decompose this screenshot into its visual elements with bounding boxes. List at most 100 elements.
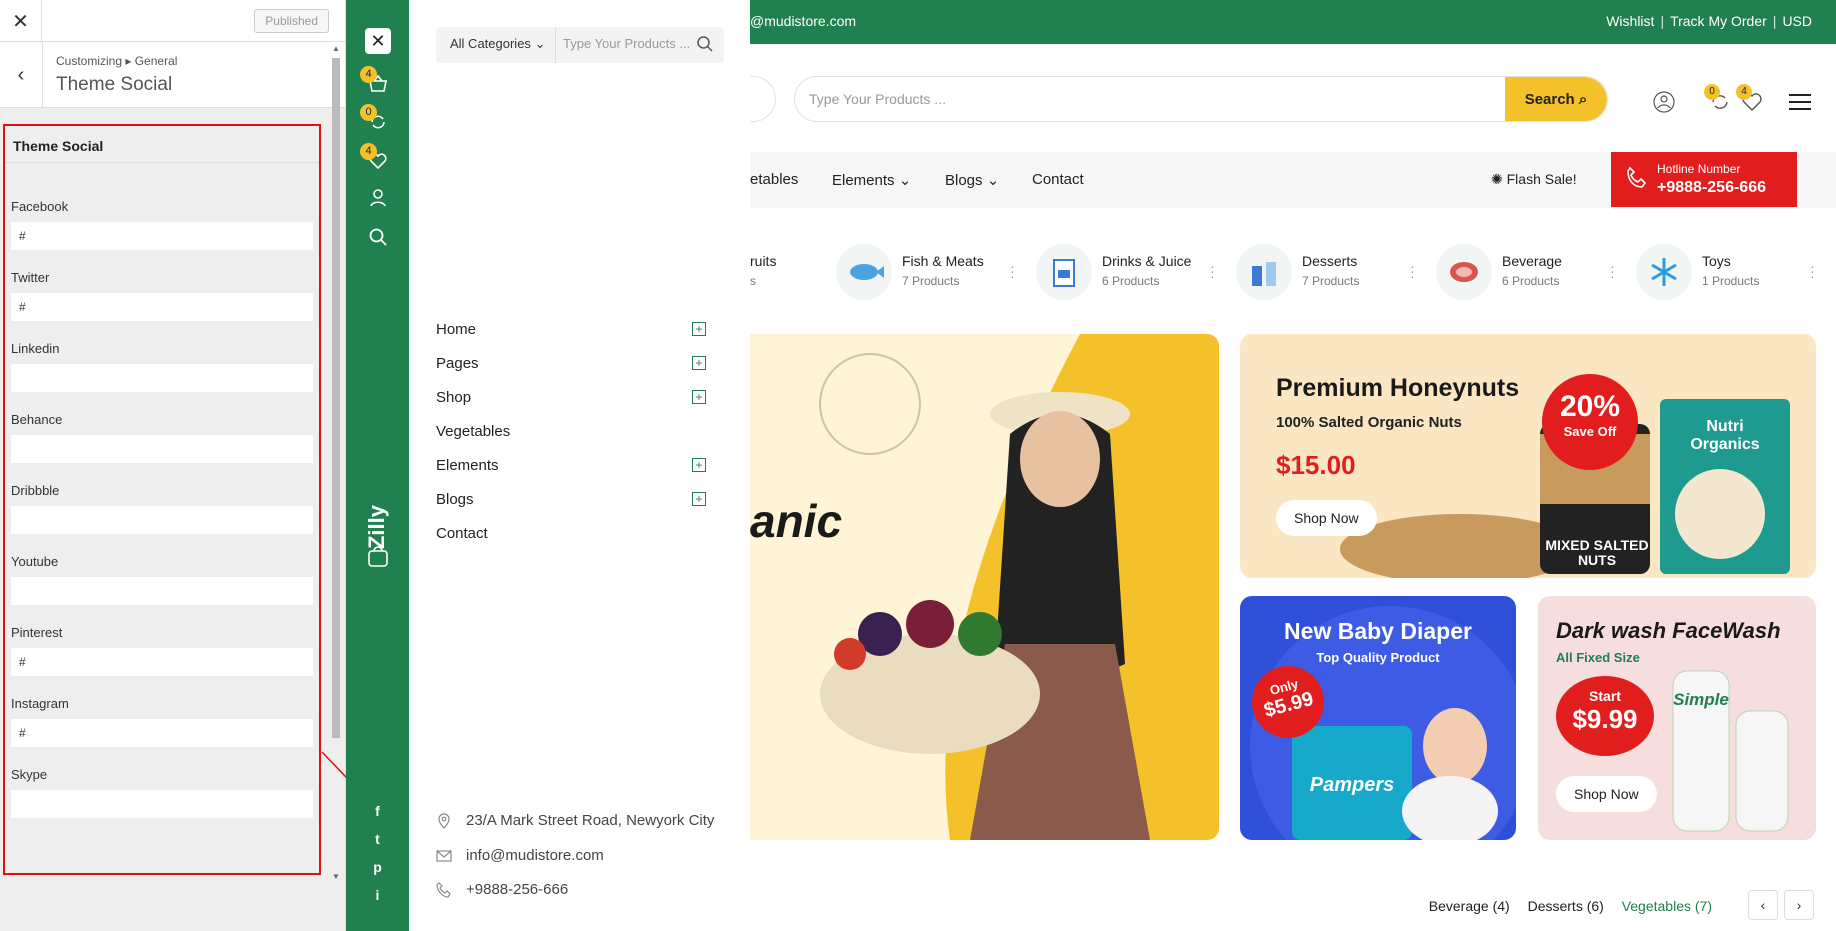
main-search: Type Your Products ... Search ⌕ [794,76,1608,122]
theme-social-settings: Theme Social Facebook Twitter Linkedin B… [3,124,321,875]
facebook-url-input[interactable] [11,222,313,250]
facebook-icon[interactable]: f [346,803,409,819]
banner-honeynuts[interactable]: 20% Save Off MIXED SALTED NUTS Nutri Org… [1240,334,1816,578]
next-arrow-icon[interactable]: › [1784,890,1814,920]
instagram-icon[interactable]: i [346,887,409,903]
field-linkedin: Linkedin [5,341,319,392]
instagram-url-input[interactable] [11,719,313,747]
skype-url-input[interactable] [11,790,313,818]
track-order-link[interactable]: Track My Order [1670,13,1767,29]
category-beverage[interactable]: Beverage 6 Products · · · [1436,244,1636,300]
search-icon[interactable] [696,35,714,53]
banner-baby-diaper[interactable]: New Baby Diaper Top Quality Product Only… [1240,596,1516,840]
linkedin-url-input[interactable] [11,364,313,392]
location-pin-icon [438,812,450,829]
tab-vegetables[interactable]: Vegetables (7) [1622,898,1712,914]
menu-item-label: Shop [436,389,472,406]
menu-item-vegetables[interactable]: Vegetables [436,423,706,440]
menu-item-contact[interactable]: Contact [436,525,706,542]
user-icon[interactable] [1652,90,1676,114]
currency-select[interactable]: USD [1782,13,1812,29]
category-toys[interactable]: Toys 1 Products · · · [1636,244,1836,300]
behance-url-input[interactable] [11,435,313,463]
chevron-down-icon: ⌄ [534,36,546,51]
nav-vegetables[interactable]: etables [750,171,798,188]
dribbble-url-input[interactable] [11,506,313,534]
category-desserts[interactable]: Desserts 7 Products · · · [1236,244,1436,300]
pinterest-url-input[interactable] [11,648,313,676]
category-select[interactable]: All Categories ⌄ [436,27,556,63]
menu-item-shop[interactable]: Shop + [436,389,706,406]
shop-now-button[interactable]: Shop Now [1276,500,1377,536]
discount-badge: 20% Save Off [1542,374,1638,470]
contact-email[interactable]: info@mudistore.com [436,847,604,864]
more-dots-icon[interactable]: ··· [1210,259,1215,283]
price-badge-label: Start [1589,688,1621,704]
category-count: s [750,274,756,288]
menu-item-home[interactable]: Home + [436,321,706,338]
offcanvas-menu: All Categories ⌄ Type Your Products ... … [409,0,750,931]
customizer-top-bar: ✕ Published [0,0,345,42]
search-icon [369,228,387,246]
banner-subtitle: Top Quality Product [1316,650,1440,665]
twitter-url-input[interactable] [11,293,313,321]
expand-plus-icon[interactable]: + [692,492,706,506]
more-dots-icon[interactable]: ··· [1610,259,1615,283]
back-arrow-icon[interactable]: ‹ [0,42,43,108]
nav-elements[interactable]: Elements ⌄ [832,171,911,189]
top-bar: @mudistore.com Wishlist | Track My Order | U… [750,0,1836,44]
flash-sale-link[interactable]: ✺ Flash Sale! [1491,171,1577,188]
scroll-up-icon[interactable]: ▲ [332,44,340,53]
nav-contact[interactable]: Contact [1032,171,1084,188]
youtube-url-input[interactable] [11,577,313,605]
customizer-panel: ✕ Published ‹ Customizing ▸ General Them… [0,0,346,931]
category-drinks-juice[interactable]: Drinks & Juice 6 Products · · · [1036,244,1236,300]
hamburger-menu-icon[interactable] [1788,90,1812,114]
expand-plus-icon[interactable]: + [692,390,706,404]
expand-plus-icon[interactable]: + [692,458,706,472]
separator: | [1772,13,1777,29]
close-icon[interactable]: ✕ [0,0,42,42]
menu-item-blogs[interactable]: Blogs + [436,491,706,508]
publish-button[interactable]: Published [254,9,329,33]
more-dots-icon[interactable]: ··· [1410,259,1415,283]
prev-arrow-icon[interactable]: ‹ [1748,890,1778,920]
close-icon[interactable]: ✕ [365,28,391,54]
search-button[interactable] [346,225,409,249]
shop-now-button[interactable]: Shop Now [1556,776,1657,812]
menu-item-pages[interactable]: Pages + [436,355,706,372]
more-dots-icon[interactable]: ··· [1810,259,1815,283]
offcanvas-search: All Categories ⌄ Type Your Products ... [436,27,724,63]
hero-headline: anic [750,495,843,547]
wishlist-link[interactable]: Wishlist [1606,13,1654,29]
site-header: Type Your Products ... Search ⌕ 0 4 [750,44,1836,152]
main-search-input[interactable]: Type Your Products ... [809,91,946,107]
hotline-box[interactable]: Hotline Number +9888-256-666 [1611,152,1797,207]
scrollbar-thumb[interactable] [332,58,340,738]
cart-button[interactable]: 4 [346,66,409,94]
category-pill[interactable] [750,76,776,122]
tab-beverage[interactable]: Beverage (4) [1429,898,1510,914]
expand-plus-icon[interactable]: + [692,356,706,370]
nav-blogs[interactable]: Blogs ⌄ [945,171,999,189]
tab-desserts[interactable]: Desserts (6) [1528,898,1604,914]
search-button[interactable]: Search ⌕ [1505,77,1607,121]
product-search-input[interactable]: Type Your Products ... [563,36,690,51]
account-button[interactable] [346,186,409,210]
menu-item-elements[interactable]: Elements + [436,457,706,474]
compare-button[interactable]: 0 [346,104,409,132]
banner-facewash[interactable]: Dark wash FaceWash All Fixed Size Start … [1538,596,1816,840]
contact-phone[interactable]: +9888-256-666 [436,881,568,898]
more-dots-icon[interactable]: ··· [1010,259,1015,283]
wishlist-button[interactable]: 4 [346,143,409,171]
twitter-icon[interactable]: t [346,831,409,847]
meat-icon [1436,244,1492,300]
category-fish-meats[interactable]: Fish & Meats 7 Products · · · [836,244,1036,300]
cart-count-badge: 4 [360,66,377,83]
scroll-down-icon[interactable]: ▼ [332,872,340,881]
expand-plus-icon[interactable]: + [692,322,706,336]
pinterest-icon[interactable]: p [346,859,409,875]
field-behance: Behance [5,412,319,463]
category-count: 7 Products [1302,274,1360,288]
topbar-email[interactable]: @mudistore.com [750,13,856,29]
